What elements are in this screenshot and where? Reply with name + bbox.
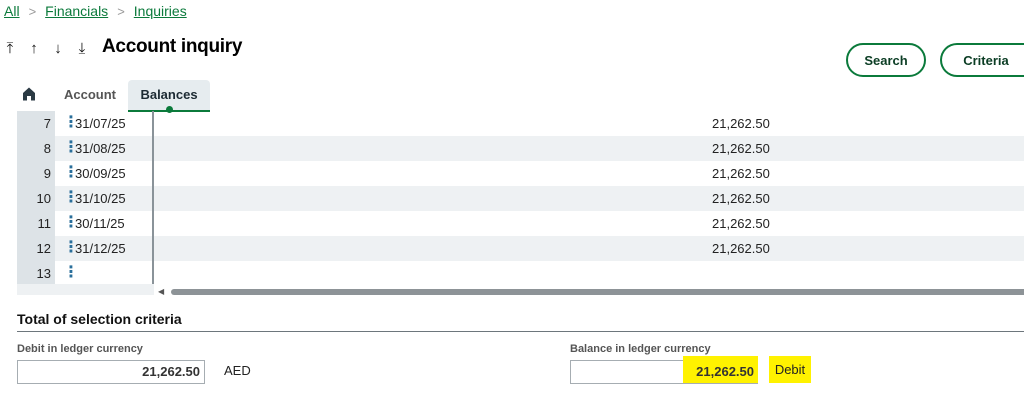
- tab-account[interactable]: Account: [64, 80, 116, 110]
- table-row[interactable]: 10 ⋮ 31/10/25 21,262.50: [17, 186, 1024, 211]
- home-icon[interactable]: [20, 85, 38, 103]
- balance-amount: 21,262.50: [712, 216, 770, 231]
- row-menu-icon[interactable]: ⋮: [63, 265, 79, 281]
- period-date: 30/09/25: [75, 166, 126, 181]
- balance-amount: 21,262.50: [712, 241, 770, 256]
- row-number: 8: [17, 136, 55, 161]
- first-record-icon[interactable]: ⤒: [4, 40, 16, 57]
- breadcrumb: All > Financials > Inquiries: [4, 3, 187, 19]
- balance-amount: 21,262.50: [712, 116, 770, 131]
- table-row[interactable]: 8 ⋮ 31/08/25 21,262.50: [17, 136, 1024, 161]
- row-menu-icon[interactable]: ⋮: [63, 215, 79, 231]
- period-date: 31/10/25: [75, 191, 126, 206]
- row-menu-icon[interactable]: ⋮: [63, 165, 79, 181]
- row-menu-icon[interactable]: ⋮: [63, 190, 79, 206]
- row-number: 13: [17, 261, 55, 286]
- balance-amount: 21,262.50: [712, 141, 770, 156]
- row-number: 10: [17, 186, 55, 211]
- row-menu-icon[interactable]: ⋮: [63, 240, 79, 256]
- table-row[interactable]: 9 ⋮ 30/09/25 21,262.50: [17, 161, 1024, 186]
- table-row[interactable]: 13 ⋮: [17, 261, 1024, 286]
- next-record-icon[interactable]: ↓: [52, 40, 64, 57]
- horizontal-scrollbar[interactable]: [171, 289, 1024, 295]
- row-number: 12: [17, 236, 55, 261]
- breadcrumb-separator: >: [117, 3, 125, 19]
- previous-record-icon[interactable]: ↑: [28, 40, 40, 57]
- period-date: 30/11/25: [75, 216, 125, 231]
- balance-ledger-label: Balance in ledger currency: [570, 343, 711, 355]
- table-row[interactable]: 12 ⋮ 31/12/25 21,262.50: [17, 236, 1024, 261]
- period-date: 31/08/25: [75, 141, 126, 156]
- period-date: 31/07/25: [75, 116, 126, 131]
- breadcrumb-all[interactable]: All: [4, 3, 20, 19]
- last-record-icon[interactable]: ⤓: [76, 40, 88, 57]
- debit-credit-indicator: Debit: [769, 356, 811, 383]
- debit-ledger-field[interactable]: 21,262.50: [17, 360, 205, 384]
- balances-grid: 7 ⋮ 31/07/25 21,262.50 8 ⋮ 31/08/25 21,2…: [17, 111, 1024, 286]
- record-navigation: ⤒ ↑ ↓ ⤓: [4, 40, 88, 57]
- row-number: 9: [17, 161, 55, 186]
- period-date: 31/12/25: [75, 241, 126, 256]
- currency-code: AED: [224, 363, 251, 378]
- totals-section-title: Total of selection criteria: [17, 311, 182, 327]
- table-row[interactable]: 11 ⋮ 30/11/25 21,262.50: [17, 211, 1024, 236]
- table-row[interactable]: 7 ⋮ 31/07/25 21,262.50: [17, 111, 1024, 136]
- section-divider: [17, 331, 1024, 332]
- frozen-column-divider: [152, 111, 154, 285]
- row-menu-icon[interactable]: ⋮: [63, 115, 79, 131]
- row-number: 7: [17, 111, 55, 136]
- breadcrumb-inquiries[interactable]: Inquiries: [134, 3, 187, 19]
- balance-amount: 21,262.50: [712, 191, 770, 206]
- balance-ledger-value: 21,262.50: [696, 364, 754, 379]
- debit-ledger-label: Debit in ledger currency: [17, 343, 143, 355]
- page-title: Account inquiry: [102, 36, 243, 57]
- scroll-left-icon[interactable]: ◀: [158, 287, 164, 296]
- row-menu-icon[interactable]: ⋮: [63, 140, 79, 156]
- breadcrumb-separator: >: [28, 3, 37, 19]
- search-button[interactable]: Search: [846, 43, 926, 77]
- breadcrumb-financials[interactable]: Financials: [45, 3, 108, 19]
- criteria-button[interactable]: Criteria: [940, 43, 1024, 77]
- row-number: 11: [17, 211, 55, 236]
- grid-footer: [17, 284, 154, 295]
- balance-amount: 21,262.50: [712, 166, 770, 181]
